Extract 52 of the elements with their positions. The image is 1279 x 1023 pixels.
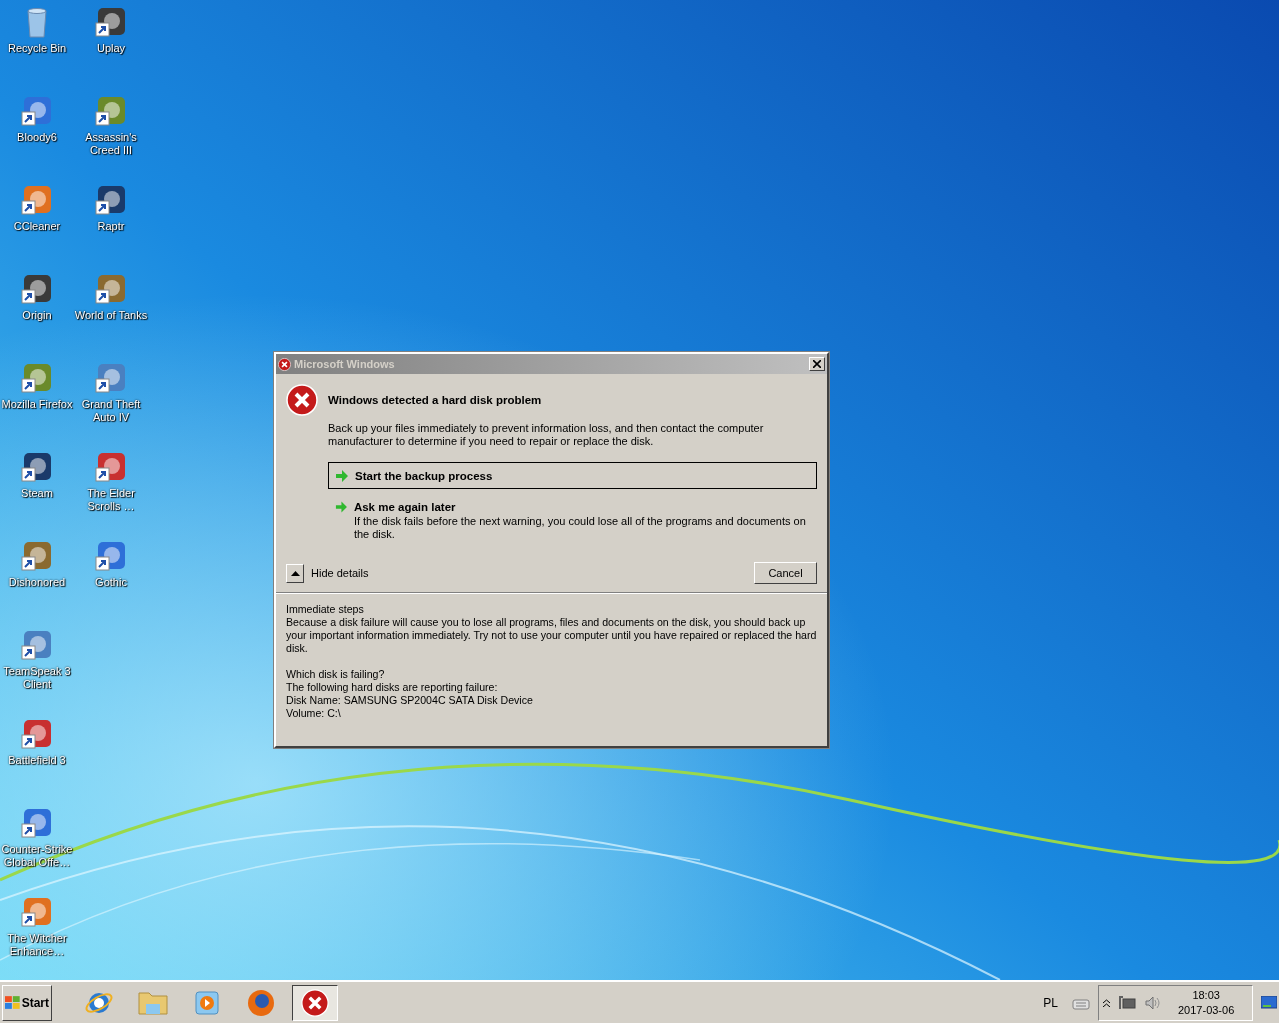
details-text: Which disk is failing? [286, 668, 386, 681]
icon-label[interactable]: Bloody6 [0, 131, 74, 144]
icon-label[interactable]: Steam [0, 487, 74, 500]
error-icon [278, 357, 291, 371]
details-text: Immediate steps [286, 603, 365, 616]
details-toggle-button[interactable] [286, 563, 304, 583]
language-indicator[interactable]: PL [1043, 995, 1058, 1010]
cancel-button[interactable]: Cancel [754, 562, 817, 584]
details-text: The following hard disks are reporting failure: [286, 681, 499, 694]
close-button[interactable] [809, 357, 825, 371]
speaker-icon[interactable] [1144, 994, 1160, 1011]
network-icon[interactable] [1118, 994, 1136, 1011]
error-icon [301, 988, 329, 1017]
clock-date: 2017-03-06 [1178, 1002, 1235, 1018]
icon-label[interactable]: Raptr [74, 220, 148, 233]
chevron-up-icon[interactable] [1103, 998, 1110, 1007]
option-description: If the disk fails before the next warning, you could lose all of the programs and documents on the disk. [353, 515, 807, 541]
toggle-label: Hide details [311, 567, 370, 579]
icon-label[interactable]: Grand Theft Auto IV [74, 398, 148, 424]
icon-label[interactable]: Origin [0, 309, 74, 322]
icon-label[interactable]: Dishonored [0, 576, 74, 589]
icon-label[interactable]: Assassin's Creed III [74, 131, 148, 157]
taskbar-button[interactable] [292, 984, 338, 1021]
arrow-icon [335, 469, 349, 483]
arrow-icon [335, 500, 348, 514]
clock[interactable]: 18:03 2017-03-06 [1178, 987, 1235, 1018]
icon-label[interactable]: Recycle Bin [0, 42, 74, 55]
icon-label[interactable]: Gothic [74, 576, 148, 589]
dialog-heading: Windows detected a hard disk problem [328, 394, 543, 406]
media-player-icon [193, 988, 221, 1017]
icon-label[interactable]: CCleaner [0, 220, 74, 233]
start-button[interactable]: Start [2, 984, 52, 1021]
option-button[interactable]: Ask me again later If the disk fails before the next warning, you could lose all of the programs and documents on the disk. [328, 493, 817, 546]
window-title: Microsoft Windows [294, 358, 396, 370]
windows-logo-icon [5, 995, 21, 1010]
clock-time: 18:03 [1192, 987, 1220, 1003]
close-icon [813, 360, 821, 368]
error-icon [286, 384, 318, 416]
icon-label[interactable]: World of Tanks [74, 309, 148, 322]
icon-label[interactable]: Uplay [74, 42, 148, 55]
details-text: Because a disk failure will cause you to lose all programs, files and documents on the disk, you should back up your important information immediately. Try not to use your computer until you have repaired or replaced the hard disk. [286, 616, 817, 655]
option-label: Ask me again later [353, 500, 457, 515]
firefox-icon [246, 987, 276, 1018]
dialog-message: Back up your files immediately to prevent information loss, and then contact the computer manufacturer to determine if you need to repair or replace the disk. [328, 422, 765, 448]
option-button[interactable]: Start the backup process [328, 462, 817, 489]
details-text: Volume: C:\ [286, 707, 342, 720]
caret-icon [290, 570, 300, 576]
details-text: Disk Name: SAMSUNG SP2004C SATA Disk Device [286, 694, 534, 707]
option-label: Start the backup process [355, 469, 493, 484]
icon-label[interactable]: The Elder Scrolls … [74, 487, 148, 513]
show-desktop-icon[interactable] [1261, 995, 1277, 1010]
icon-label[interactable]: Mozilla Firefox [0, 398, 74, 411]
